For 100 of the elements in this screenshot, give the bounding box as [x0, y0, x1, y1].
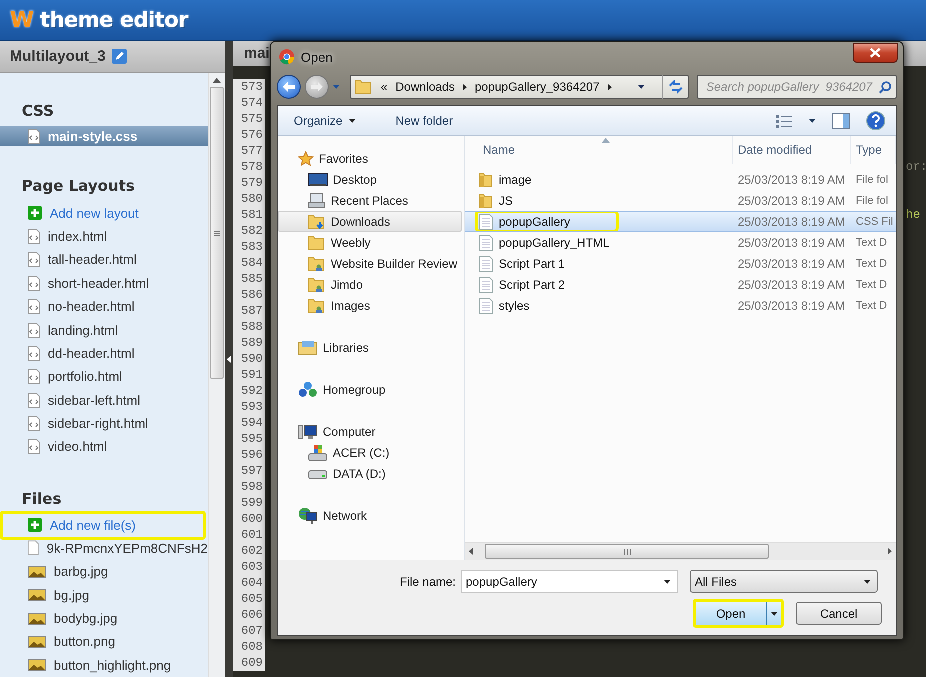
preview-pane-icon[interactable] — [832, 112, 850, 128]
toolbar-button[interactable]: Organize — [288, 112, 362, 130]
scroll-up-icon[interactable] — [213, 78, 221, 83]
column-header[interactable]: Type — [851, 136, 896, 164]
line-number: 583 — [233, 239, 265, 255]
nav-item[interactable]: Jimdo — [278, 274, 462, 295]
editor-tab[interactable]: mai — [244, 45, 270, 62]
scroll-left-icon[interactable] — [469, 548, 473, 555]
file-row[interactable]: styles 25/03/2013 8:19 AM Text D — [465, 295, 896, 316]
star-icon — [298, 150, 314, 166]
grip-icon — [624, 548, 630, 554]
sidebar-item[interactable]: index.html — [0, 224, 208, 248]
shared-folder-icon — [308, 256, 326, 272]
add-link[interactable]: Add new layout — [0, 201, 208, 225]
nav-item[interactable]: Images — [278, 295, 462, 316]
address-bar[interactable]: « Downloads popupGallery_9364207 — [350, 75, 690, 99]
scroll-right-icon[interactable] — [888, 548, 892, 555]
view-options-icon[interactable] — [775, 114, 793, 128]
code-text: he — [906, 207, 920, 223]
view-caret-icon[interactable] — [809, 118, 816, 122]
network-icon — [298, 506, 318, 524]
sidebar-item[interactable]: tall-header.html — [0, 248, 208, 272]
edit-icon[interactable] — [112, 49, 127, 64]
logo-mark: W — [10, 8, 34, 32]
nav-item[interactable]: Website Builder Review — [278, 253, 462, 274]
type-cell-text: File fol — [855, 194, 890, 206]
nav-item[interactable]: Desktop — [278, 169, 462, 190]
search-field[interactable]: Search popupGallery_9364207 — [697, 75, 898, 99]
nav-item[interactable]: Network — [278, 505, 462, 526]
nav-item[interactable]: DATA (D:) — [278, 463, 462, 484]
breadcrumb[interactable]: popupGallery_9364207 — [474, 80, 600, 94]
type-cell-text: Text D — [855, 236, 888, 248]
image-file-icon — [28, 612, 46, 625]
file-name: Script Part 2 — [465, 274, 733, 295]
html-file-icon — [28, 128, 40, 144]
nav-item[interactable]: Homegroup — [278, 379, 462, 400]
line-number: 602 — [233, 543, 265, 559]
caret-icon — [348, 118, 356, 122]
section-heading: CSS — [21, 101, 56, 121]
sidebar-item[interactable]: landing.html — [0, 318, 208, 342]
sidebar-item[interactable]: barbg.jpg — [0, 560, 208, 584]
open-button[interactable]: Open — [693, 599, 784, 628]
document-icon — [479, 298, 493, 314]
dialog-title: Open — [301, 50, 334, 64]
sidebar-item[interactable]: no-header.html — [0, 294, 208, 318]
sidebar-item[interactable]: button_highlight.png — [0, 654, 208, 677]
help-icon[interactable] — [866, 110, 886, 130]
line-number: 596 — [233, 447, 265, 463]
html-file-icon — [28, 229, 40, 244]
file-row[interactable]: Script Part 2 25/03/2013 8:19 AM Text D — [465, 274, 896, 295]
search-icon — [879, 80, 892, 94]
file-type-select[interactable]: All Files — [690, 570, 878, 593]
sidebar-item[interactable]: short-header.html — [0, 272, 208, 295]
toolbar-button[interactable]: New folder — [390, 112, 460, 130]
nav-item[interactable]: Libraries — [278, 337, 462, 358]
file-row[interactable]: Script Part 1 25/03/2013 8:19 AM Text D — [465, 253, 896, 274]
html-file-icon — [28, 439, 40, 454]
forward-button[interactable] — [304, 75, 329, 99]
line-number: 584 — [233, 255, 265, 271]
nav-item[interactable]: Favorites — [278, 148, 462, 169]
sidebar-item[interactable]: bodybg.jpg — [0, 606, 208, 630]
sidebar-item[interactable]: button.png — [0, 630, 208, 654]
date-cell-text: 25/03/2013 8:19 AM — [737, 172, 846, 186]
close-button[interactable] — [853, 42, 898, 62]
nav-item[interactable]: Computer — [278, 421, 462, 442]
column-header[interactable]: Date modified — [733, 136, 851, 164]
line-number: 585 — [233, 271, 265, 287]
close-icon — [870, 48, 881, 58]
file-name: popupGallery_HTML — [465, 232, 733, 253]
scrollbar[interactable] — [208, 73, 225, 677]
nav-item[interactable]: Weebly — [278, 232, 462, 253]
date-cell-text: 25/03/2013 8:19 AM — [737, 278, 846, 292]
sidebar-item[interactable]: bg.jpg — [0, 584, 208, 607]
system-drive-icon — [308, 444, 328, 462]
file-row[interactable]: popupGallery_HTML 25/03/2013 8:19 AM Text D — [465, 232, 896, 253]
nav-item[interactable]: ACER (C:) — [278, 442, 462, 463]
file-row[interactable]: JS 25/03/2013 8:19 AM File fol — [465, 190, 896, 211]
back-button[interactable] — [277, 75, 301, 99]
section-heading: Page Layouts — [21, 176, 136, 196]
horizontal-scrollbar[interactable] — [465, 542, 896, 560]
cancel-button[interactable]: Cancel — [796, 602, 882, 625]
breadcrumb[interactable]: Downloads — [396, 80, 455, 94]
folder-icon — [479, 192, 493, 208]
nav-item[interactable]: Downloads — [278, 211, 462, 232]
html-file-icon — [28, 392, 40, 408]
sidebar-item[interactable]: portfolio.html — [0, 365, 208, 388]
file-row[interactable]: image 25/03/2013 8:19 AM File fol — [465, 169, 896, 190]
image-file-icon — [28, 566, 46, 578]
file-row[interactable]: popupGallery 25/03/2013 8:19 AM CSS Fil — [465, 211, 896, 232]
sidebar-item[interactable]: sidebar-right.html — [0, 412, 208, 436]
sidebar-item[interactable]: video.html — [0, 435, 208, 459]
dropdown-caret-icon — [638, 85, 645, 89]
date-cell-text: 25/03/2013 8:19 AM — [737, 194, 846, 208]
nav-item[interactable]: Recent Places — [278, 190, 462, 211]
caret-icon — [809, 118, 816, 122]
sidebar-item[interactable]: dd-header.html — [0, 342, 208, 366]
breadcrumb-overflow[interactable]: « — [380, 80, 388, 94]
line-number: 601 — [233, 527, 265, 543]
sidebar-item[interactable]: sidebar-left.html — [0, 388, 208, 412]
collapse-arrow-icon[interactable] — [227, 356, 231, 362]
